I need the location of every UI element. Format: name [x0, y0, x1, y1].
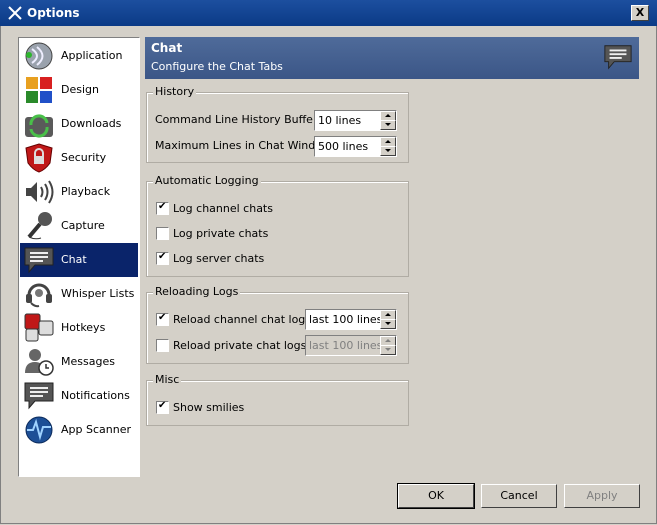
- stepper-down-button[interactable]: [380, 146, 396, 156]
- log-private-chats-checkbox[interactable]: [156, 227, 169, 240]
- sidebar-item-label: Messages: [61, 355, 115, 368]
- reload-channel-logs-stepper[interactable]: last 100 lines: [305, 309, 397, 330]
- reload-channel-logs-checkbox[interactable]: [156, 312, 169, 326]
- cancel-button[interactable]: Cancel: [481, 484, 557, 508]
- ok-button[interactable]: OK: [397, 483, 475, 509]
- stepper-down-button[interactable]: [380, 120, 396, 130]
- sidebar-item-design[interactable]: Design: [20, 73, 138, 107]
- hotkeys-icon: [24, 313, 54, 342]
- log-channel-chats-label: Log channel chats: [173, 202, 273, 215]
- sidebar-item-downloads[interactable]: Downloads: [20, 107, 138, 141]
- reload-private-logs-stepper: last 100 lines: [305, 335, 397, 356]
- sidebar-item-label: Chat: [61, 253, 87, 266]
- stepper-value: last 100 lines: [309, 313, 383, 326]
- sidebar-item-chat[interactable]: Chat: [20, 243, 138, 277]
- stepper-value: last 100 lines: [309, 339, 383, 352]
- sidebar-item-label: Capture: [61, 219, 105, 232]
- group-legend: History: [153, 85, 197, 98]
- sidebar-item-playback[interactable]: Playback: [20, 175, 138, 209]
- history-buffer-label: Command Line History Buffer:: [155, 113, 321, 126]
- application-icon: [25, 42, 53, 70]
- title-bar[interactable]: Options X: [0, 0, 657, 26]
- sidebar-item-label: Playback: [61, 185, 111, 198]
- sidebar-item-security[interactable]: Security: [20, 141, 138, 175]
- stepper-down-button: [380, 345, 396, 355]
- sidebar-item-app-scanner[interactable]: App Scanner: [20, 413, 138, 447]
- stepper-value: 10 lines: [318, 114, 362, 127]
- downloads-icon: [25, 114, 53, 138]
- chat-bubble-icon: [604, 45, 632, 70]
- window-title: Options: [27, 6, 80, 20]
- sidebar-item-label: Hotkeys: [61, 321, 106, 334]
- close-button[interactable]: X: [631, 5, 649, 21]
- show-smilies-label: Show smilies: [173, 401, 245, 414]
- log-server-chats-label: Log server chats: [173, 252, 265, 265]
- sidebar-item-label: App Scanner: [61, 423, 131, 436]
- log-channel-chats-checkbox[interactable]: [156, 201, 169, 215]
- microphone-icon: [27, 212, 52, 240]
- section-header: Chat Configure the Chat Tabs: [145, 37, 639, 79]
- reload-private-logs-checkbox[interactable]: [156, 339, 169, 352]
- log-server-chats-checkbox[interactable]: [156, 251, 169, 265]
- sidebar-item-label: Downloads: [61, 117, 122, 130]
- chat-bubble-icon: [24, 247, 54, 274]
- sidebar-item-hotkeys[interactable]: Hotkeys: [20, 311, 138, 345]
- group-legend: Reloading Logs: [153, 285, 241, 298]
- max-lines-stepper[interactable]: 500 lines: [314, 136, 397, 157]
- sidebar-item-label: Design: [61, 83, 99, 96]
- reload-channel-logs-label: Reload channel chat logs: [173, 313, 312, 326]
- sidebar-item-label: Notifications: [61, 389, 130, 402]
- page-title: Chat: [151, 41, 183, 55]
- page-subtitle: Configure the Chat Tabs: [151, 60, 283, 73]
- show-smilies-checkbox[interactable]: [156, 400, 169, 414]
- sidebar-item-notifications[interactable]: Notifications: [20, 379, 138, 413]
- sidebar-item-application[interactable]: Application: [20, 39, 138, 73]
- sidebar-item-messages[interactable]: Messages: [20, 345, 138, 379]
- notifications-icon: [24, 382, 54, 410]
- apply-button[interactable]: Apply: [564, 484, 640, 508]
- options-category-list: Application Design Downloads Security Pl…: [18, 37, 140, 477]
- speaker-icon: [26, 180, 54, 204]
- sidebar-item-whisper-lists[interactable]: Whisper Lists: [20, 277, 138, 311]
- security-lock-icon: [25, 143, 53, 173]
- stepper-value: 500 lines: [318, 140, 369, 153]
- headset-icon: [26, 283, 52, 308]
- messages-clock-icon: [25, 349, 54, 376]
- reload-private-logs-label: Reload private chat logs: [173, 339, 307, 352]
- max-lines-label: Maximum Lines in Chat Window:: [155, 139, 335, 152]
- design-icon: [26, 77, 52, 103]
- group-legend: Misc: [153, 373, 182, 386]
- log-private-chats-label: Log private chats: [173, 227, 269, 240]
- sidebar-item-label: Application: [61, 49, 123, 62]
- sidebar-item-label: Whisper Lists: [61, 287, 135, 300]
- sidebar-item-label: Security: [61, 151, 107, 164]
- stepper-down-button[interactable]: [380, 319, 396, 329]
- group-legend: Automatic Logging: [153, 174, 261, 187]
- sidebar-item-capture[interactable]: Capture: [20, 209, 138, 243]
- app-logo-icon: [8, 6, 22, 20]
- app-scanner-icon: [25, 416, 53, 444]
- history-buffer-stepper[interactable]: 10 lines: [314, 110, 397, 131]
